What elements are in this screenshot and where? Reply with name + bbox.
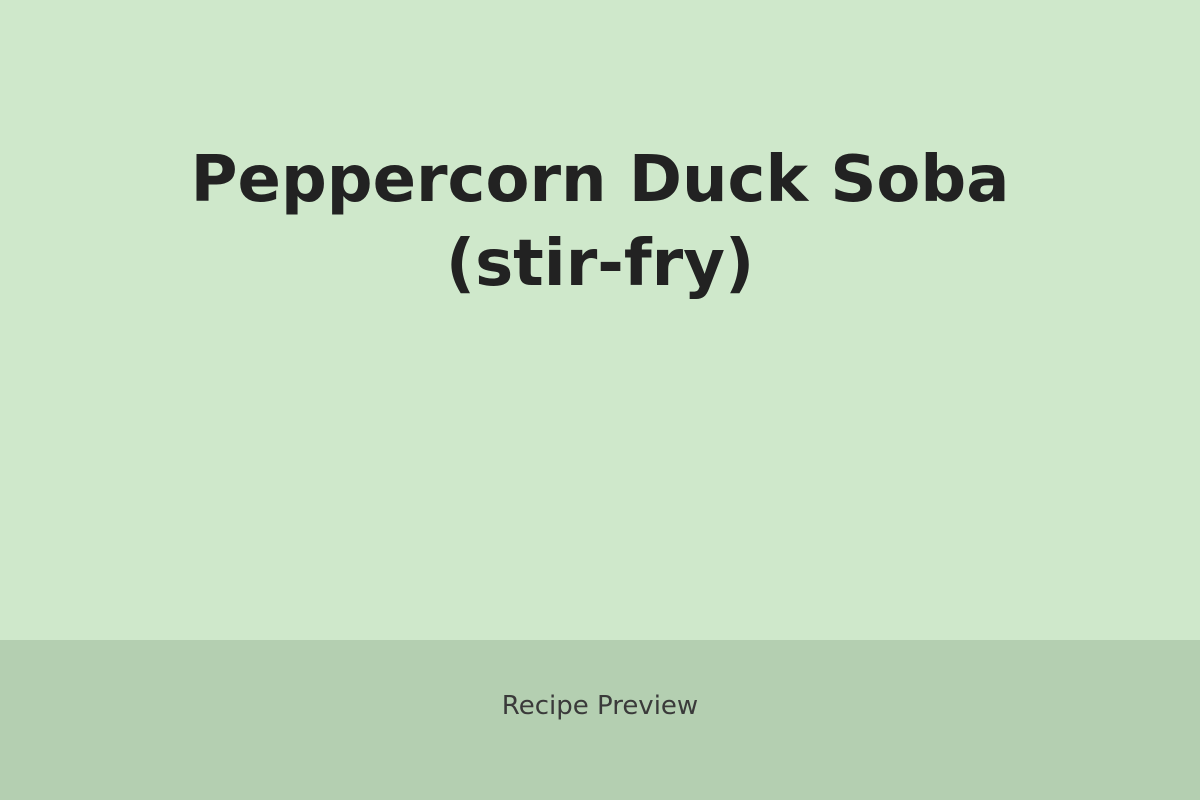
recipe-preview-card: Peppercorn Duck Soba (stir-fry) Recipe P… <box>0 0 1200 800</box>
recipe-title: Peppercorn Duck Soba (stir-fry) <box>100 138 1100 306</box>
title-area: Peppercorn Duck Soba (stir-fry) <box>0 0 1200 640</box>
footer-label: Recipe Preview <box>501 691 699 721</box>
recipe-title-line-2: (stir-fry) <box>445 227 755 301</box>
recipe-title-line-1: Peppercorn Duck Soba <box>190 143 1010 217</box>
